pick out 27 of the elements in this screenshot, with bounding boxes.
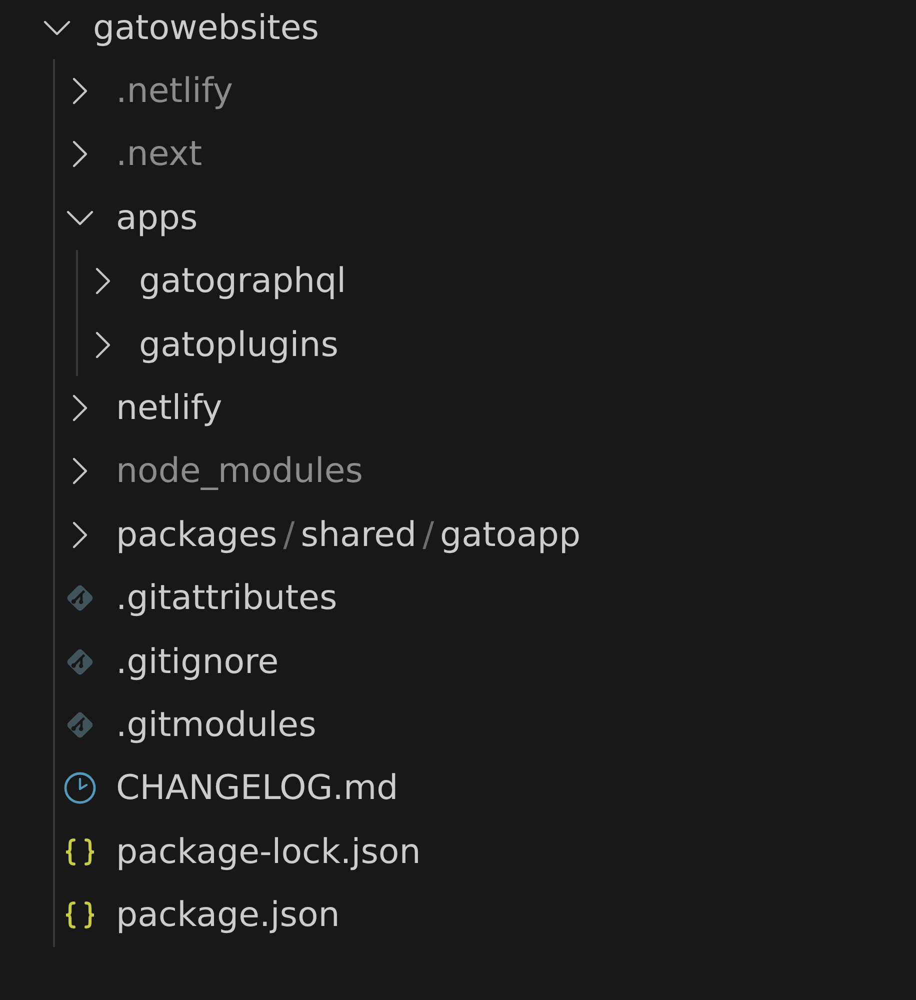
chevron-right-icon[interactable] <box>95 330 111 359</box>
file-item[interactable]: .gitattributes <box>58 566 338 630</box>
folder-item[interactable]: gatowebsites <box>35 0 319 60</box>
chevron-down-icon[interactable] <box>43 20 71 36</box>
folder-item[interactable]: apps <box>58 186 198 250</box>
folder-item[interactable]: gatographql <box>81 250 346 313</box>
file-item[interactable]: .gitmodules <box>58 693 316 757</box>
chevron-down-icon[interactable] <box>66 210 94 226</box>
chevron-right-icon[interactable] <box>72 394 88 422</box>
chevron-right-icon[interactable] <box>72 77 88 106</box>
braces-icon <box>64 901 96 930</box>
folder-item[interactable]: .netlify <box>58 59 233 123</box>
folder-item[interactable]: netlify <box>58 376 222 440</box>
file-item[interactable]: .gitignore <box>58 630 279 694</box>
folder-item[interactable]: gatoplugins <box>81 312 338 376</box>
file-item[interactable]: package-lock.json <box>58 820 421 884</box>
chevron-right-icon[interactable] <box>72 140 88 168</box>
chevron-right-icon[interactable] <box>95 267 111 296</box>
chevron-right-icon[interactable] <box>72 520 88 549</box>
folder-item[interactable]: node_modules <box>58 440 363 504</box>
folder-item[interactable]: packages / shared / gatoapp <box>58 503 581 567</box>
braces-icon <box>64 838 96 866</box>
file-item[interactable]: package.json <box>58 883 340 947</box>
chevron-right-icon[interactable] <box>72 457 88 486</box>
file-item[interactable]: CHANGELOG.md <box>58 756 398 820</box>
folder-item[interactable]: .next <box>58 122 202 186</box>
clock-icon <box>64 772 96 804</box>
